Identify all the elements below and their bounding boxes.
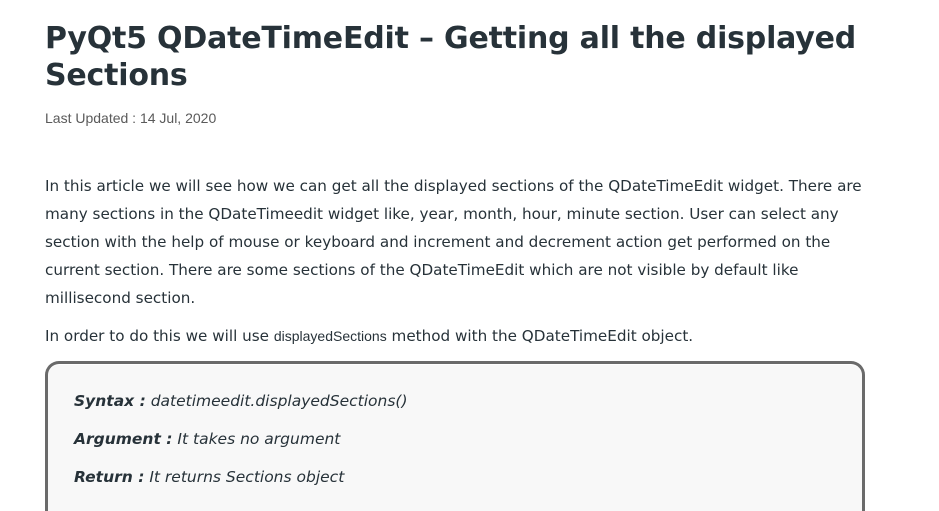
article-title: PyQt5 QDateTimeEdit – Getting all the di… xyxy=(45,21,857,93)
last-updated: Last Updated : 14 Jul, 2020 xyxy=(45,109,870,127)
intro-paragraph: In this article we will see how we can g… xyxy=(45,177,862,307)
syntax-value: datetimeedit.displayedSections() xyxy=(145,392,408,410)
syntax-line: Syntax : datetimeedit.displayedSections(… xyxy=(74,391,408,411)
last-updated-date: 14 Jul, 2020 xyxy=(139,110,217,126)
method-paragraph-text-after: method with the QDateTimeEdit object. xyxy=(386,327,694,345)
return-value: It returns Sections object xyxy=(144,468,345,486)
argument-key: Argument : xyxy=(74,430,173,448)
last-updated-label: Last Updated : xyxy=(45,110,140,126)
argument-value: It takes no argument xyxy=(172,430,341,448)
method-paragraph: In order to do this we will use displaye… xyxy=(45,322,870,350)
syntax-box: Syntax : datetimeedit.displayedSections(… xyxy=(45,361,865,511)
return-key: Return : xyxy=(74,468,145,486)
argument-line: Argument : It takes no argument xyxy=(74,429,340,449)
method-paragraph-text-before: In order to do this we will use xyxy=(45,327,274,345)
article: PyQt5 QDateTimeEdit – Getting all the di… xyxy=(45,0,870,350)
return-line: Return : It returns Sections object xyxy=(74,467,344,487)
syntax-key: Syntax : xyxy=(74,392,146,410)
inline-code-method: displayedSections xyxy=(273,328,387,344)
